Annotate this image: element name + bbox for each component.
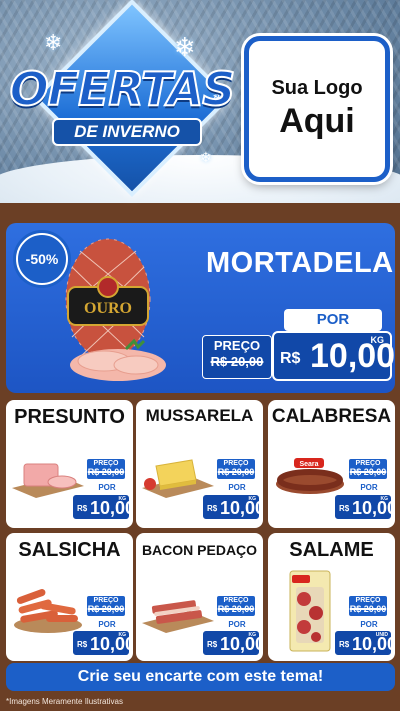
product-card-presunto[interactable]: PRESUNTO PREÇO R$ 20,00 POR R$ 10,00 KG [6,400,133,528]
price-label: PREÇO [93,597,119,604]
price-label: PREÇO [355,597,381,604]
new-price-box: R$ 10,00 KG [72,630,133,656]
old-price: R$ 20,00 [217,604,255,614]
currency: R$ [339,640,350,649]
wood-strip [0,203,400,215]
unit: KG [380,496,389,502]
product-card-bacon[interactable]: BACON PEDAÇO PREÇO R$ 20,00 POR R$ 10,00… [136,533,263,661]
create-flyer-button[interactable]: Crie seu encarte com este tema! [6,663,395,691]
seara-brand-label: Seara [299,461,318,468]
price-label: PREÇO [93,460,119,467]
new-price: 10,00 [220,634,263,654]
new-price-box: R$ 10,00 KG [334,494,395,520]
old-price-box: PREÇO R$ 20,00 [348,595,388,617]
product-card-calabresa[interactable]: CALABRESA Seara PREÇO R$ 20,00 POR R$ 10… [268,400,395,528]
featured-currency: R$ [280,350,301,367]
old-price-box: PREÇO R$ 20,00 [86,458,126,480]
product-card-mussarela[interactable]: MUSSARELA PREÇO R$ 20,00 POR R$ 10,00 KG [136,400,263,528]
mortadela-brand-label: OURO [84,300,132,317]
bacon-image [142,600,214,633]
currency: R$ [207,504,218,513]
por-label: POR [360,483,378,492]
product-name: MUSSARELA [145,406,254,425]
product-card-salsicha[interactable]: SALSICHA PREÇO R$ 20,00 POR R$ 10,00 KG [6,533,133,661]
new-price: 10,00 [352,634,395,654]
product-name: BACON PEDAÇO [141,542,258,558]
logo-line-1: Sua Logo [271,77,363,99]
unit: KG [248,496,257,502]
old-price: R$ 20,00 [87,604,125,614]
featured-old-price: R$ 20,00 [210,354,264,369]
new-price: 10,00 [220,498,263,518]
mortadela-image: OURO [65,238,166,381]
por-label: POR [98,620,116,629]
salame-image [289,570,331,652]
price-label: PREÇO [223,460,249,467]
logo-line-2: Aqui [279,102,355,140]
mussarela-image [142,459,214,498]
old-price: R$ 20,00 [87,467,125,477]
por-label: POR [98,483,116,492]
featured-product-card[interactable]: OURO -50% MORTADELA PREÇO R$ 20,00 POR R… [6,223,395,393]
old-price: R$ 20,00 [217,467,255,477]
title-de-inverno: DE INVERNO [52,118,202,146]
presunto-image [12,463,84,498]
new-price: 10,00 [90,634,133,654]
old-price: R$ 20,00 [349,604,387,614]
currency: R$ [77,504,88,513]
price-label: PREÇO [355,460,381,467]
discount-badge: -50% [16,233,68,285]
new-price: 10,00 [90,498,133,518]
featured-unit: KG [370,335,385,345]
old-price: R$ 20,00 [349,467,387,477]
product-name: SALSICHA [18,539,121,561]
new-price-box: R$ 10,00 UNID [334,630,395,656]
new-price-box: R$ 10,00 KG [202,494,263,520]
old-price-box: PREÇO R$ 20,00 [216,595,256,617]
header-banner: ❄ ❄ ❄ ❄ ❄ OFERTAS DE INVERNO Sua Logo Aq… [0,0,400,215]
currency: R$ [77,640,88,649]
unit: KG [118,496,127,502]
new-price-box: R$ 10,00 KG [72,494,133,520]
old-price-box: PREÇO R$ 20,00 [216,458,256,480]
disclaimer-text: *Imagens Meramente Ilustrativas [6,697,123,706]
snowflake-icon: ❄ [174,32,196,62]
old-price-box: PREÇO R$ 20,00 [348,458,388,480]
product-card-salame[interactable]: SALAME PREÇO R$ 20,00 POR R$ 10,00 UNID [268,533,395,661]
snowflake-icon: ❄ [44,30,63,55]
unit: KG [248,632,257,638]
currency: R$ [207,640,218,649]
logo-placeholder[interactable]: Sua Logo Aqui [244,36,390,182]
product-name: CALABRESA [271,406,392,427]
new-price-box: R$ 10,00 KG [202,630,263,656]
price-label: PREÇO [223,597,249,604]
featured-product-name: MORTADELA [206,247,394,279]
por-label: POR [360,620,378,629]
title-ofertas: OFERTAS [9,61,237,117]
snowflake-icon: ❄ [200,149,212,165]
new-price: 10,00 [352,498,395,518]
unit: UNID [375,632,388,638]
product-name: SALAME [289,539,374,561]
featured-old-price-box: PREÇO R$ 20,00 [202,335,272,379]
currency: R$ [339,504,350,513]
featured-price-label: PREÇO [213,338,261,353]
por-label: POR [228,483,246,492]
salsicha-image [14,589,82,633]
unit: KG [118,632,127,638]
old-price-box: PREÇO R$ 20,00 [86,595,126,617]
calabresa-image: Seara [276,458,344,494]
product-name: PRESUNTO [14,406,125,428]
featured-por-label: POR [284,309,382,331]
por-label: POR [228,620,246,629]
featured-new-price-box: R$ 10,00 KG [272,331,395,381]
